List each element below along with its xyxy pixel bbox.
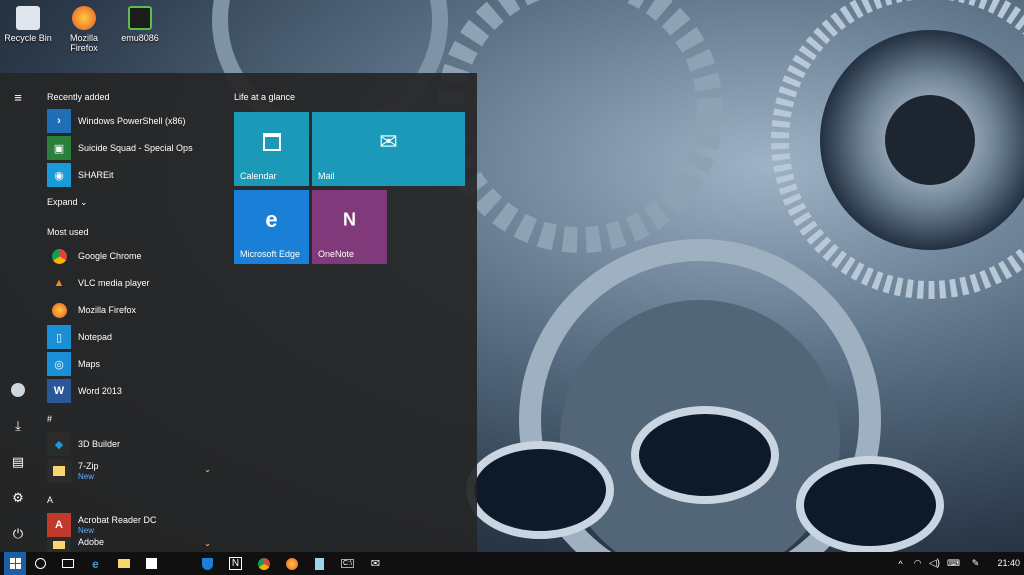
- desktop-icon-emu8086[interactable]: emu8086: [112, 2, 168, 43]
- app-item-powershell[interactable]: › Windows PowerShell (x86): [47, 109, 217, 133]
- powershell-icon: ›: [47, 109, 71, 133]
- app-item-suicide-squad[interactable]: ▣ Suicide Squad - Special Ops: [47, 136, 217, 160]
- app-item-shareit[interactable]: ◉ SHAREit: [47, 163, 217, 187]
- chrome-icon: [47, 244, 71, 268]
- start-button[interactable]: [4, 552, 26, 575]
- game-icon: ▣: [47, 136, 71, 160]
- onenote-icon: N: [343, 209, 356, 230]
- vlc-icon: ▲: [53, 277, 65, 289]
- emu8086-icon: [128, 6, 152, 30]
- windows-logo-icon: [9, 558, 21, 569]
- terminal-icon: C:\: [341, 559, 354, 568]
- mail-icon: ✉: [379, 128, 398, 154]
- app-n-icon: N: [228, 557, 243, 570]
- word-icon: W: [47, 379, 71, 403]
- shield-icon: [202, 557, 213, 570]
- cortana-search-button[interactable]: [33, 556, 48, 571]
- tile-group-title: Life at a glance: [234, 92, 296, 102]
- wifi-icon: ◠: [913, 558, 922, 568]
- mail-icon: ✉: [370, 558, 381, 570]
- firefox-icon: [47, 298, 71, 322]
- desktop-icon-firefox[interactable]: Mozilla Firefox: [56, 2, 112, 53]
- taskbar-file-explorer[interactable]: [116, 556, 131, 571]
- tile-onenote[interactable]: N OneNote: [312, 190, 387, 264]
- edge-icon: e: [265, 206, 278, 232]
- tile-microsoft-edge[interactable]: e Microsoft Edge: [234, 190, 309, 264]
- task-view-icon: [61, 559, 74, 568]
- settings-gear-icon[interactable]: ⚙: [10, 490, 26, 506]
- pen-button[interactable]: ✎: [968, 556, 983, 571]
- show-hidden-icons-button[interactable]: ^: [893, 556, 908, 571]
- app-item-vlc[interactable]: ▲ VLC media player: [47, 271, 217, 295]
- taskbar-firefox[interactable]: [284, 556, 299, 571]
- taskbar-mail[interactable]: ✉: [368, 556, 383, 571]
- section-header-a[interactable]: A: [47, 495, 53, 505]
- tile-mail[interactable]: ✉ Mail: [312, 112, 465, 186]
- taskbar-security[interactable]: [200, 556, 215, 571]
- app-item-firefox[interactable]: Mozilla Firefox: [47, 298, 217, 322]
- user-avatar-icon[interactable]: [10, 382, 26, 398]
- taskbar-edge[interactable]: e: [88, 556, 103, 571]
- taskbar-command-prompt[interactable]: C:\: [340, 556, 355, 571]
- chevron-down-icon[interactable]: ⌄: [204, 539, 211, 548]
- taskbar: e N C:\ ✉ ^ ◠ ◁) ⌨ ✎ 21:40: [0, 552, 1024, 575]
- volume-button[interactable]: ◁): [927, 556, 942, 571]
- app-item-3d-builder[interactable]: ◆ 3D Builder: [47, 432, 217, 456]
- shareit-icon: ◉: [47, 163, 71, 187]
- most-used-header: Most used: [47, 227, 89, 237]
- hamburger-menu-icon[interactable]: ≡: [10, 89, 26, 105]
- cortana-circle-icon: [35, 558, 46, 569]
- maps-icon: ◎: [47, 352, 71, 376]
- 3d-builder-icon: ◆: [47, 432, 71, 456]
- taskbar-app-n[interactable]: N: [228, 556, 243, 571]
- app-item-7zip[interactable]: 7-Zip New ⌄: [47, 459, 217, 483]
- chevron-down-icon[interactable]: ⌄: [204, 465, 211, 474]
- power-icon[interactable]: ⏻: [10, 526, 26, 542]
- start-menu: ≡ ⤓ ▤ ⚙ ⏻ Recently added › Windows Power…: [0, 73, 477, 552]
- store-bag-icon: [146, 558, 157, 569]
- pen-icon: ✎: [971, 558, 980, 568]
- speaker-icon: ◁): [928, 558, 941, 569]
- folder-icon: [117, 559, 130, 568]
- keyboard-icon: ⌨: [947, 558, 960, 568]
- chevron-down-icon: ⌄: [80, 197, 88, 207]
- section-header-hash[interactable]: #: [47, 414, 52, 424]
- taskbar-chrome[interactable]: [256, 556, 271, 571]
- app-item-notepad[interactable]: ▯ Notepad: [47, 325, 217, 349]
- downloads-icon[interactable]: ⤓: [10, 418, 26, 434]
- app-item-maps[interactable]: ◎ Maps: [47, 352, 217, 376]
- folder-icon: [47, 459, 71, 483]
- folder-icon: [47, 537, 71, 552]
- taskbar-store[interactable]: [144, 556, 159, 571]
- taskbar-clock[interactable]: 21:40: [997, 558, 1020, 568]
- chrome-icon: [257, 557, 270, 570]
- app-item-acrobat[interactable]: A Acrobat Reader DC New: [47, 513, 217, 537]
- firefox-icon: [285, 557, 298, 570]
- app-item-adobe[interactable]: Adobe ⌄: [47, 537, 217, 552]
- expand-button[interactable]: Expand ⌄: [47, 197, 88, 208]
- tile-calendar[interactable]: Calendar: [234, 112, 309, 186]
- start-rail: ≡ ⤓ ▤ ⚙ ⏻: [0, 73, 36, 552]
- recently-added-header: Recently added: [47, 92, 110, 102]
- firefox-icon: [72, 6, 96, 30]
- notepad-icon: [315, 557, 324, 570]
- app-item-word[interactable]: W Word 2013: [47, 379, 217, 403]
- task-view-button[interactable]: [60, 556, 75, 571]
- chevron-up-icon: ^: [898, 558, 903, 569]
- keyboard-button[interactable]: ⌨: [946, 556, 961, 571]
- file-explorer-icon[interactable]: ▤: [10, 454, 26, 470]
- calendar-icon: [262, 132, 281, 151]
- network-button[interactable]: ◠: [910, 556, 925, 571]
- desktop-icon-recycle-bin[interactable]: Recycle Bin: [0, 2, 56, 43]
- app-item-chrome[interactable]: Google Chrome: [47, 244, 217, 268]
- taskbar-notepad[interactable]: [312, 556, 327, 571]
- notepad-icon: ▯: [47, 325, 71, 349]
- edge-icon: e: [92, 556, 99, 571]
- recycle-bin-icon: [16, 6, 40, 30]
- acrobat-icon: A: [47, 513, 71, 537]
- app-list: Recently added › Windows PowerShell (x86…: [47, 73, 222, 552]
